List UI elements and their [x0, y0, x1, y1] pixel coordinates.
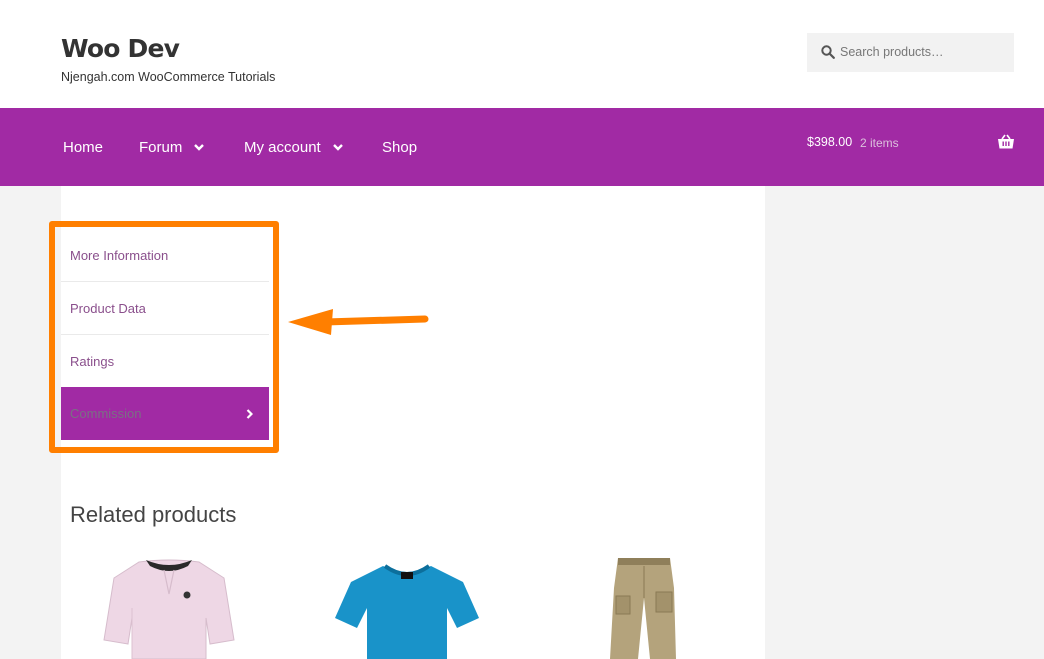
related-product-image[interactable]: [313, 548, 501, 659]
related-product-image[interactable]: [544, 548, 744, 659]
khaki-cargo-pants-icon: [544, 548, 744, 659]
nav-item-label: Shop: [382, 139, 418, 156]
site-title[interactable]: Woo Dev: [61, 34, 180, 63]
annotation-arrow-icon: [288, 309, 429, 335]
nav-item-home[interactable]: Home: [63, 139, 103, 156]
related-product-image[interactable]: [84, 548, 254, 659]
cart-item-count[interactable]: 2 items: [860, 136, 899, 150]
nav-item-forum[interactable]: Forum: [139, 139, 205, 156]
nav-item-label: My account: [244, 139, 321, 156]
cart-amount[interactable]: $398.00: [807, 135, 852, 149]
search-placeholder: Search products…: [840, 45, 944, 59]
nav-item-shop[interactable]: Shop: [382, 139, 417, 156]
nav-item-label: Forum: [139, 139, 183, 156]
search-icon: [821, 45, 835, 59]
chevron-down-icon: [194, 144, 205, 151]
site-header: Woo Dev Njengah.com WooCommerce Tutorial…: [0, 0, 1044, 108]
highlight-box: [49, 221, 279, 453]
site-tagline: Njengah.com WooCommerce Tutorials: [61, 70, 276, 84]
related-products-heading: Related products: [70, 502, 237, 527]
primary-navigation: Home Forum My account Shop $398.00 2 ite…: [0, 108, 1044, 186]
nav-item-label: Home: [63, 139, 104, 156]
basket-icon[interactable]: [997, 134, 1015, 150]
pink-polo-shirt-icon: [84, 548, 254, 659]
search-input[interactable]: Search products…: [807, 33, 1014, 72]
nav-item-my-account[interactable]: My account: [244, 139, 343, 156]
chevron-down-icon: [332, 144, 343, 151]
blue-t-shirt-icon: [313, 548, 501, 659]
